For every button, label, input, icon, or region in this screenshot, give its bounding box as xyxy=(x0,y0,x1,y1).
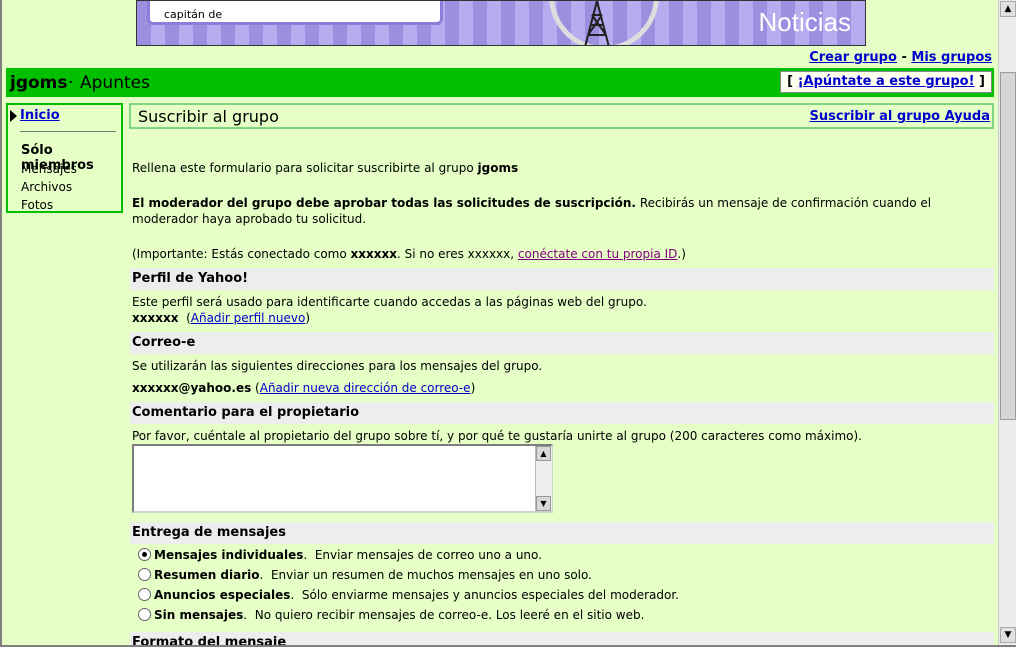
add-email-link[interactable]: Añadir nueva dirección de correo-e xyxy=(260,381,471,395)
window-frame-left xyxy=(0,0,2,647)
banner-title: Noticias xyxy=(758,7,851,37)
sidebar: Inicio Sólo miembros Mensajes Archivos F… xyxy=(6,103,123,213)
logged-user: xxxxxx xyxy=(350,247,397,261)
my-groups-link[interactable]: Mis grupos xyxy=(911,50,992,65)
profile-name: xxxxxx xyxy=(132,311,179,325)
moderator-notice: El moderador del grupo debe aprobar toda… xyxy=(132,196,636,210)
delivery-label-individual: Mensajes individuales xyxy=(154,548,304,562)
radio-special[interactable] xyxy=(138,588,151,601)
delivery-desc-individual: Enviar mensajes de correo uno a uno. xyxy=(314,548,542,562)
delivery-section-heading: Entrega de mensajes xyxy=(130,522,994,544)
delivery-label-digest: Resumen diario xyxy=(154,568,260,582)
comment-scrollbar[interactable]: ▲ ▼ xyxy=(535,446,552,511)
page-title: Suscribir al grupo xyxy=(138,107,279,126)
intro-text: Rellena este formulario para solicitar s… xyxy=(132,161,474,175)
sidebar-item-home[interactable]: Inicio xyxy=(20,108,60,123)
intro-group-name: jgoms xyxy=(477,161,519,175)
help-link[interactable]: Suscribir al grupo Ayuda xyxy=(809,109,990,124)
sidebar-item-photos[interactable]: Fotos xyxy=(21,198,53,212)
banner-text-box: capitán de xyxy=(147,1,443,25)
delivery-desc-none: No quiero recibir mensajes de correo-e. … xyxy=(254,608,645,622)
top-links-separator: - xyxy=(901,50,907,65)
yahoo-noticias-banner[interactable]: capitán de Noticias xyxy=(136,0,866,46)
top-links: Crear grupo - Mis grupos xyxy=(809,50,992,65)
important-prefix: (Importante: Estás conectado como xyxy=(132,247,347,261)
moderator-paragraph: El moderador del grupo debe aprobar toda… xyxy=(132,195,992,227)
sidebar-item-files[interactable]: Archivos xyxy=(21,180,72,194)
header-separator: · xyxy=(68,73,74,93)
intro-paragraph: Rellena este formulario para solicitar s… xyxy=(132,160,992,176)
delivery-label-special: Anuncios especiales xyxy=(154,588,291,602)
join-group-link[interactable]: ¡Apúntate a este grupo! xyxy=(798,74,975,89)
email-address: xxxxxx@yahoo.es xyxy=(132,381,252,395)
sidebar-item-messages[interactable]: Mensajes xyxy=(21,162,77,176)
join-bracket-open: [ xyxy=(787,74,794,89)
window-scrollbar[interactable]: ▲ ▼ xyxy=(998,0,1016,645)
antenna-tower-icon xyxy=(584,1,610,45)
important-suffix: .) xyxy=(677,247,686,261)
email-section-heading: Correo-e xyxy=(130,332,994,354)
profile-description: Este perfil será usado para identificart… xyxy=(132,295,647,309)
scroll-up-icon[interactable]: ▲ xyxy=(536,446,551,461)
delivery-option-none[interactable]: Sin mensajes. No quiero recibir mensajes… xyxy=(138,606,644,624)
delivery-desc-special: Sólo enviarme mensajes y anuncios especi… xyxy=(301,588,679,602)
comment-section-heading: Comentario para el propietario xyxy=(130,402,994,424)
page-viewport: capitán de Noticias Crear grupo - Mis gr… xyxy=(2,0,998,645)
important-paragraph: (Importante: Estás conectado como xxxxxx… xyxy=(132,246,992,262)
join-bracket-close: ] xyxy=(979,74,985,89)
scroll-up-icon[interactable]: ▲ xyxy=(1000,1,1016,17)
sidebar-divider xyxy=(20,131,116,132)
create-group-link[interactable]: Crear grupo xyxy=(809,50,897,65)
email-row: xxxxxx@yahoo.es (Añadir nueva dirección … xyxy=(132,381,476,395)
delivery-desc-digest: Enviar un resumen de muchos mensajes en … xyxy=(270,568,592,582)
banner-box-text: capitán de xyxy=(164,8,223,21)
comment-description: Por favor, cuéntale al propietario del g… xyxy=(132,429,862,443)
scrollbar-thumb[interactable] xyxy=(1000,72,1016,420)
delivery-option-individual[interactable]: Mensajes individuales. Enviar mensajes d… xyxy=(138,546,542,564)
login-own-id-link[interactable]: conéctate con tu propia ID xyxy=(518,247,678,261)
current-page-arrow-icon xyxy=(10,110,17,122)
profile-section-heading: Perfil de Yahoo! xyxy=(130,268,994,290)
delivery-option-special[interactable]: Anuncios especiales. Sólo enviarme mensa… xyxy=(138,586,679,604)
comment-textarea[interactable] xyxy=(132,444,553,513)
add-profile-link[interactable]: Añadir perfil nuevo xyxy=(191,311,306,325)
email-description: Se utilizarán las siguientes direcciones… xyxy=(132,359,543,373)
format-section-heading: Formato del mensaje xyxy=(130,632,994,645)
radio-none[interactable] xyxy=(138,608,151,621)
profile-row: xxxxxx (Añadir perfil nuevo) xyxy=(132,311,310,325)
join-group-box: [ ¡Apúntate a este grupo! ] xyxy=(780,71,992,93)
group-subtitle: Apuntes xyxy=(80,73,150,93)
radio-digest[interactable] xyxy=(138,568,151,581)
group-header: jgoms · Apuntes [ ¡Apúntate a este grupo… xyxy=(6,68,994,97)
group-name: jgoms xyxy=(10,73,68,93)
scroll-down-icon[interactable]: ▼ xyxy=(536,496,551,511)
radio-individual[interactable] xyxy=(138,548,151,561)
page-title-bar: Suscribir al grupo Suscribir al grupo Ay… xyxy=(129,103,994,129)
delivery-label-none: Sin mensajes xyxy=(154,608,244,622)
delivery-option-digest[interactable]: Resumen diario. Enviar un resumen de muc… xyxy=(138,566,592,584)
scroll-down-icon[interactable]: ▼ xyxy=(1000,627,1016,643)
important-middle: . Si no eres xxxxxx, xyxy=(396,247,515,261)
